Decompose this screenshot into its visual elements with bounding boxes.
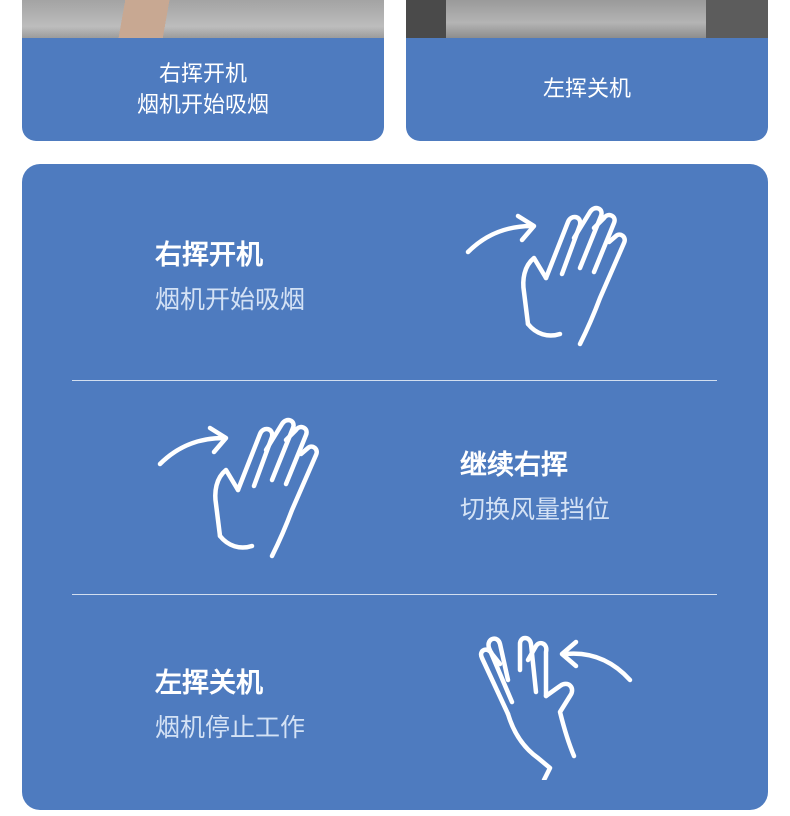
top-card-line: 左挥关机 bbox=[542, 77, 631, 102]
top-card-text: 左挥关机 bbox=[406, 38, 768, 141]
gesture-title: 左挥关机 bbox=[155, 668, 263, 699]
gesture-subtitle: 切换风量挡位 bbox=[460, 495, 611, 524]
gesture-title: 继续右挥 bbox=[460, 450, 568, 481]
divider bbox=[72, 380, 717, 381]
product-photo bbox=[406, 0, 768, 38]
wave-left-hand-icon bbox=[464, 630, 644, 780]
gesture-title: 右挥开机 bbox=[155, 240, 263, 271]
product-photo bbox=[22, 0, 384, 38]
gesture-row-1-text: 右挥开机 烟机开始吸烟 bbox=[155, 236, 305, 320]
gesture-subtitle: 烟机开始吸烟 bbox=[155, 285, 306, 314]
top-card-right-wave: 右挥开机 烟机开始吸烟 bbox=[22, 0, 384, 141]
gesture-panel: 右挥开机 烟机开始吸烟 继续右挥 切换风量挡位 左挥关机 烟机停止工作 bbox=[22, 164, 768, 810]
gesture-subtitle: 烟机停止工作 bbox=[155, 713, 306, 742]
gesture-row-2-text: 继续右挥 切换风量挡位 bbox=[460, 446, 610, 530]
wave-right-hand-icon bbox=[464, 202, 644, 352]
top-card-left-wave: 左挥关机 bbox=[406, 0, 768, 141]
top-card-text: 右挥开机 烟机开始吸烟 bbox=[22, 38, 384, 141]
wave-right-hand-icon bbox=[156, 414, 336, 564]
top-card-line: 右挥开机 bbox=[158, 61, 247, 87]
divider bbox=[72, 594, 717, 595]
top-card-line: 烟机开始吸烟 bbox=[136, 92, 269, 118]
gesture-row-3-text: 左挥关机 烟机停止工作 bbox=[155, 664, 305, 748]
